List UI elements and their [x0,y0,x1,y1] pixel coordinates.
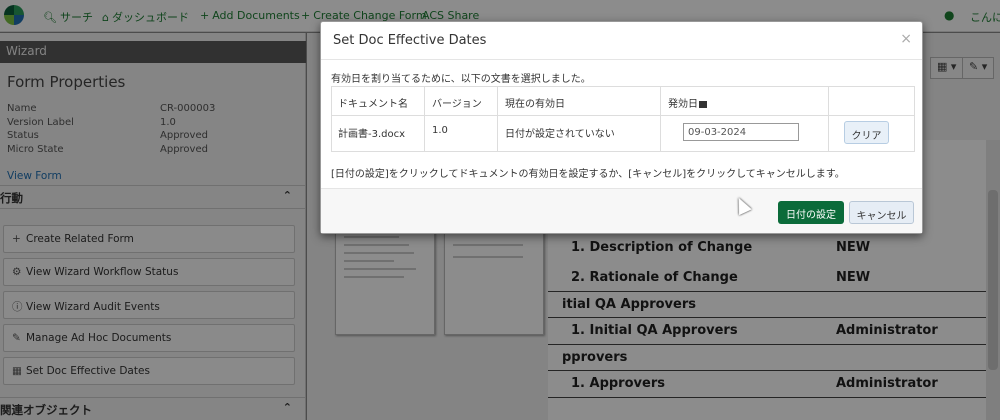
current-date-cell: 日付が設定されていない [505,129,615,140]
cancel-button[interactable]: キャンセル [849,201,914,224]
dialog-title: Set Doc Effective Dates [333,33,487,48]
set-doc-effective-dates-dialog: Set Doc Effective Dates × 有効日を割り当てるために、以… [320,21,923,234]
dialog-header: Set Doc Effective Dates × [321,22,922,60]
doc-name-cell: 計画書-3.docx [338,129,406,140]
column-header-version: バージョン [432,99,482,110]
dialog-footer: 日付の設定 キャンセル [321,188,922,233]
column-header-current-date: 現在の有効日 [505,99,565,110]
documents-table: ドキュメント名 バージョン 現在の有効日 発効日 計画書-3.docx 1.0 … [331,86,915,152]
column-header-doc-name: ドキュメント名 [338,99,408,110]
version-cell: 1.0 [432,125,448,136]
column-header-effective-date: 発効日 [668,95,707,110]
effective-date-input[interactable] [683,123,799,141]
dialog-instruction-text: [日付の設定]をクリックしてドキュメントの有効日を設定するか、[キャンセル]をク… [331,169,845,180]
dialog-intro-text: 有効日を割り当てるために、以下の文書を選択しました。 [331,74,591,85]
close-icon[interactable]: × [900,31,912,47]
calendar-icon [699,100,707,108]
set-date-button[interactable]: 日付の設定 [778,201,844,224]
clear-date-button[interactable]: クリア [844,121,889,144]
